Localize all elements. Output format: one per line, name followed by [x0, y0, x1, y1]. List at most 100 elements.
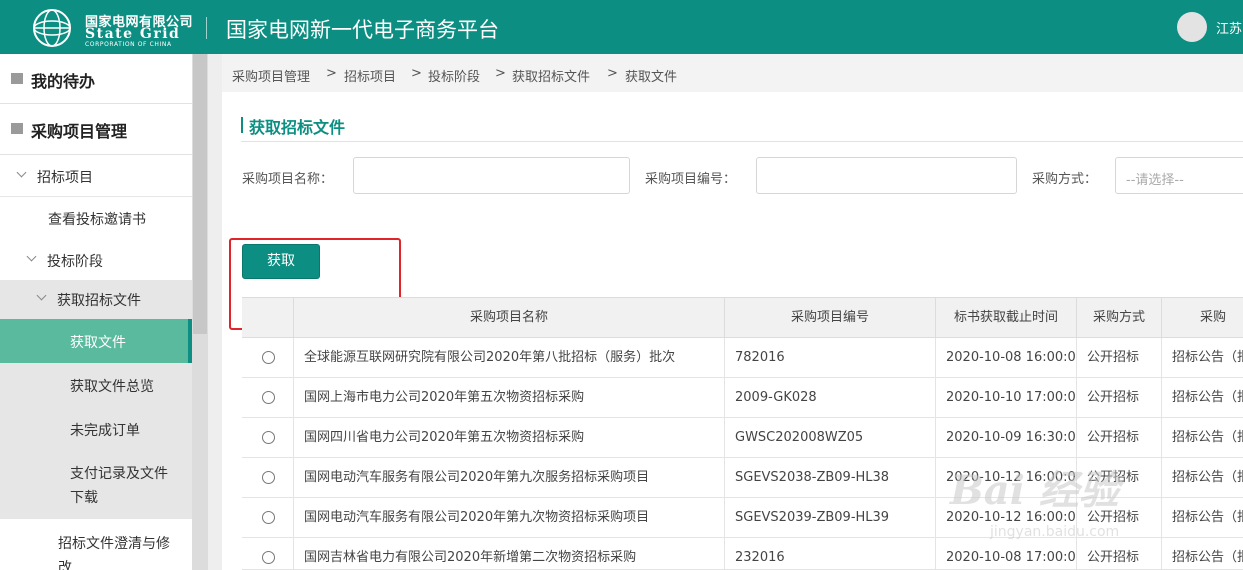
sidebar-item-procurement-management[interactable]: 采购项目管理	[0, 104, 192, 155]
sidebar-item-label: 我的待办	[31, 72, 96, 91]
breadcrumb-item[interactable]: 招标项目	[344, 66, 396, 85]
sidebar-item-bidding-stage[interactable]: 投标阶段	[0, 239, 192, 280]
table-cell: 招标公告（批	[1161, 538, 1243, 570]
table-row[interactable]: 国网四川省电力公司2020年第五次物资招标采购 GWSC202008WZ05 2…	[242, 418, 1243, 458]
table-cell: 公开招标	[1076, 498, 1161, 538]
breadcrumb: 采购项目管理 > 招标项目 > 投标阶段 > 获取招标文件 > 获取文件	[222, 54, 1243, 92]
sidebar-item-clarification[interactable]: 招标文件澄清与修 改	[0, 519, 192, 570]
table-cell: 2020-10-08 16:00:00	[935, 338, 1076, 378]
table-row[interactable]: 国网电动汽车服务有限公司2020年第九次物资招标采购项目 SGEVS2039-Z…	[242, 498, 1243, 538]
top-bar: 国家电网有限公司 State Grid CORPORATION OF CHINA…	[0, 0, 1243, 54]
section-title-bar	[241, 117, 243, 133]
breadcrumb-item[interactable]: 投标阶段	[428, 66, 480, 85]
brand-name-en: State Grid	[85, 26, 181, 42]
table-cell: 招标公告（批	[1161, 338, 1243, 378]
sidebar-item-label: 招标项目	[37, 170, 93, 186]
sidebar-item-file-overview[interactable]: 获取文件总览	[0, 363, 192, 407]
table-cell: 公开招标	[1076, 418, 1161, 458]
table-header-cell: 采购项目编号	[724, 298, 935, 337]
sidebar-item-label: 支付记录及文件	[70, 466, 168, 482]
breadcrumb-separator: >	[411, 66, 422, 81]
sidebar-item-label: 投标阶段	[47, 254, 103, 270]
sidebar: 我的待办 采购项目管理 招标项目 查看投标邀请书 投标阶段 获取招标文件 获取文…	[0, 54, 192, 570]
method-select[interactable]: --请选择--	[1115, 157, 1243, 194]
sidebar-item-view-invitation[interactable]: 查看投标邀请书	[0, 197, 192, 239]
table-header-cell: 采购项目名称	[293, 298, 724, 337]
table-header-select	[242, 298, 293, 337]
sidebar-item-unfinished-orders[interactable]: 未完成订单	[0, 407, 192, 451]
sidebar-item-label: 获取文件	[70, 335, 126, 351]
table-cell: 招标公告（批	[1161, 418, 1243, 458]
method-label: 采购方式：	[1032, 172, 1098, 187]
table-cell: SGEVS2038-ZB09-HL38	[724, 458, 935, 498]
state-grid-logo	[33, 9, 71, 47]
sidebar-item-payment-records[interactable]: 支付记录及文件 下载	[0, 451, 192, 519]
table-header-cell: 标书获取截止时间	[935, 298, 1076, 337]
sidebar-item-get-file[interactable]: 获取文件	[0, 319, 192, 363]
square-icon	[11, 73, 23, 84]
table-cell: 232016	[724, 538, 935, 570]
method-select-placeholder: --请选择--	[1126, 173, 1184, 188]
project-name-input[interactable]	[353, 157, 630, 194]
sidebar-item-label: 改	[58, 560, 72, 570]
sidebar-item-label: 查看投标邀请书	[48, 212, 146, 228]
table-cell: 国网上海市电力公司2020年第五次物资招标采购	[293, 378, 724, 418]
table-cell: 招标公告（批	[1161, 498, 1243, 538]
table-row[interactable]: 国网上海市电力公司2020年第五次物资招标采购 2009-GK028 2020-…	[242, 378, 1243, 418]
table-cell: 国网电动汽车服务有限公司2020年第九次服务招标采购项目	[293, 458, 724, 498]
sidebar-item-label: 下载	[70, 490, 98, 506]
title-separator	[206, 17, 207, 39]
sidebar-item-label: 获取招标文件	[57, 293, 141, 309]
sidebar-item-label: 获取文件总览	[70, 379, 154, 395]
table-cell: 国网电动汽车服务有限公司2020年第九次物资招标采购项目	[293, 498, 724, 538]
table-cell: 全球能源互联网研究院有限公司2020年第八批招标（服务）批次	[293, 338, 724, 378]
section-divider	[241, 141, 1243, 142]
chevron-down-icon	[16, 167, 27, 178]
table-row[interactable]: 全球能源互联网研究院有限公司2020年第八批招标（服务）批次 782016 20…	[242, 338, 1243, 378]
table-cell: 2020-10-12 16:00:00	[935, 458, 1076, 498]
table-cell: 782016	[724, 338, 935, 378]
project-name-label: 采购项目名称：	[242, 172, 334, 187]
breadcrumb-item-current: 获取文件	[625, 70, 678, 85]
table-cell: 公开招标	[1076, 458, 1161, 498]
app-title: 国家电网新一代电子商务平台	[226, 18, 499, 42]
section-title: 获取招标文件	[249, 118, 346, 137]
table-header: 采购项目名称 采购项目编号 标书获取截止时间 采购方式 采购	[242, 297, 1243, 338]
row-radio[interactable]	[262, 391, 275, 404]
table-cell: 国网吉林省电力有限公司2020年新增第二次物资招标采购	[293, 538, 724, 570]
table-cell: 国网四川省电力公司2020年第五次物资招标采购	[293, 418, 724, 458]
chevron-down-icon	[26, 251, 37, 262]
square-icon	[11, 123, 23, 134]
table-row[interactable]: 国网吉林省电力有限公司2020年新增第二次物资招标采购 232016 2020-…	[242, 538, 1243, 570]
table-cell: 公开招标	[1076, 338, 1161, 378]
chevron-down-icon	[36, 290, 47, 301]
project-code-label: 采购项目编号：	[645, 172, 737, 187]
sidebar-item-my-todo[interactable]: 我的待办	[0, 54, 192, 104]
row-radio[interactable]	[262, 351, 275, 364]
table-cell: 2020-10-08 17:00:00	[935, 538, 1076, 570]
table-row[interactable]: 国网电动汽车服务有限公司2020年第九次服务招标采购项目 SGEVS2038-Z…	[242, 458, 1243, 498]
row-radio[interactable]	[262, 511, 275, 524]
sidebar-item-tender-project[interactable]: 招标项目	[0, 155, 192, 197]
project-code-input[interactable]	[756, 157, 1017, 194]
breadcrumb-separator: >	[607, 66, 618, 81]
table-cell: 招标公告（批	[1161, 458, 1243, 498]
row-radio[interactable]	[262, 431, 275, 444]
sidebar-item-label: 采购项目管理	[31, 122, 128, 141]
table-cell: GWSC202008WZ05	[724, 418, 935, 458]
breadcrumb-item[interactable]: 采购项目管理	[232, 66, 310, 85]
table-header-cell: 采购方式	[1076, 298, 1161, 337]
breadcrumb-item[interactable]: 获取招标文件	[512, 66, 590, 85]
avatar[interactable]	[1177, 12, 1207, 42]
table-cell: SGEVS2039-ZB09-HL39	[724, 498, 935, 538]
user-name[interactable]: 江苏	[1216, 18, 1242, 37]
table-cell: 2020-10-12 16:00:00	[935, 498, 1076, 538]
row-radio[interactable]	[262, 471, 275, 484]
table-cell: 2020-10-09 16:30:00	[935, 418, 1076, 458]
table-header-cell: 采购	[1161, 298, 1243, 337]
sidebar-scrollbar-thumb[interactable]	[193, 54, 207, 334]
sidebar-item-label: 招标文件澄清与修	[58, 536, 170, 552]
sidebar-item-get-tender-docs[interactable]: 获取招标文件	[0, 280, 192, 319]
sidebar-item-label: 未完成订单	[70, 423, 140, 439]
row-radio[interactable]	[262, 551, 275, 564]
